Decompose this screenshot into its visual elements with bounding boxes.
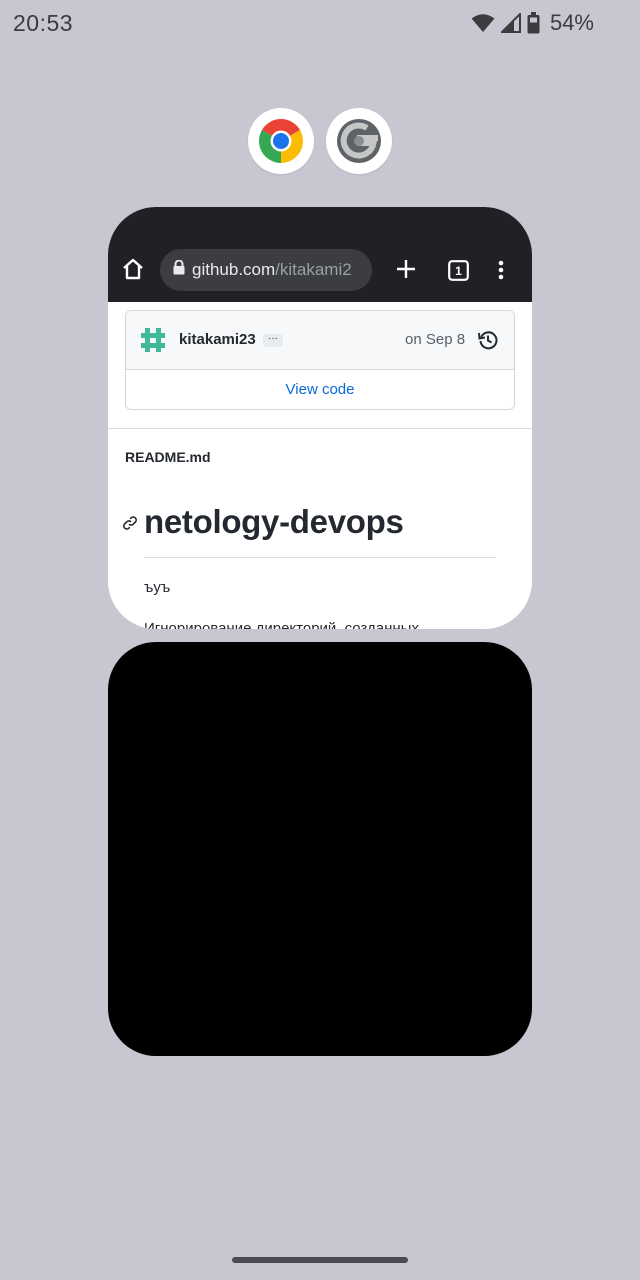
- status-bar: 20:53 54%: [0, 0, 640, 50]
- status-time: 20:53: [13, 10, 74, 36]
- new-tab-icon[interactable]: [396, 259, 416, 284]
- blank-task-card[interactable]: [108, 642, 532, 1056]
- more-options-icon[interactable]: [498, 260, 504, 285]
- tab-count: 1: [455, 264, 462, 278]
- readme-text-line: Игнорирование директорий, созданных: [144, 620, 419, 629]
- latest-commit-box: kitakami23 ··· on Sep 8 View code: [125, 310, 515, 410]
- readme-title: netology-devops: [144, 503, 404, 540]
- url-text: github.com/kitakami2: [192, 260, 352, 280]
- section-divider: [108, 428, 532, 429]
- browser-toolbar: github.com/kitakami2 1: [108, 207, 532, 302]
- history-icon[interactable]: [478, 330, 498, 355]
- home-icon[interactable]: [122, 258, 144, 285]
- recents-screen: 20:53 54% github.com/kitakami2 1 kitakam…: [0, 0, 640, 1280]
- tab-switcher-button[interactable]: 1: [448, 260, 469, 286]
- commit-date: on Sep 8: [405, 331, 466, 348]
- commit-message-toggle[interactable]: ···: [263, 334, 283, 347]
- readme-filename[interactable]: README.md: [125, 449, 211, 465]
- lock-icon: [173, 259, 185, 280]
- anchor-link-icon[interactable]: [122, 515, 138, 536]
- battery-percent: 54%: [549, 10, 594, 35]
- battery-icon: [527, 12, 540, 34]
- commit-header: kitakami23 ··· on Sep 8: [126, 311, 514, 370]
- view-code-link[interactable]: View code: [126, 381, 514, 398]
- title-underline: [144, 557, 496, 558]
- browser-task-card[interactable]: github.com/kitakami2 1 kitakami23 ··· on…: [108, 207, 532, 629]
- identicon-avatar[interactable]: [141, 328, 165, 357]
- commit-author[interactable]: kitakami23: [179, 331, 256, 348]
- wifi-icon: [471, 13, 495, 33]
- url-bar[interactable]: github.com/kitakami2: [160, 249, 372, 291]
- status-icons: 54%: [471, 10, 594, 36]
- gesture-navigation-bar[interactable]: [232, 1257, 408, 1263]
- cell-signal-icon: [500, 13, 521, 33]
- recent-app-icons: [248, 108, 392, 174]
- readme-text-line: ъуъ: [144, 579, 171, 596]
- google-one-icon[interactable]: [326, 108, 392, 174]
- url-path: /kitakami2: [275, 260, 352, 279]
- url-domain: github.com: [192, 260, 276, 279]
- chrome-icon[interactable]: [248, 108, 314, 174]
